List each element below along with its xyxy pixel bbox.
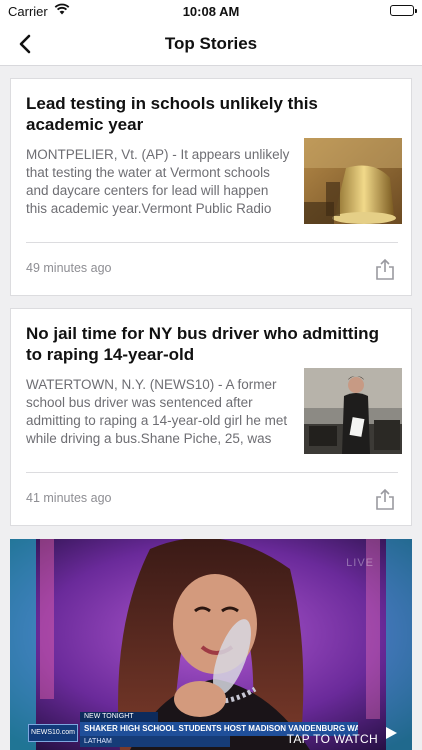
- story-thumbnail-bell[interactable]: [304, 138, 402, 224]
- story-summary: WATERTOWN, N.Y. (NEWS10) - A former scho…: [26, 377, 288, 451]
- corner-watermark: LIVE: [346, 557, 374, 569]
- story-thumbnail-courtroom[interactable]: [304, 368, 402, 454]
- tap-to-watch-label[interactable]: TAP TO WATCH: [287, 732, 378, 746]
- station-logo: NEWS10.com: [28, 724, 78, 742]
- card-divider: [26, 472, 398, 473]
- story-summary: MONTPELIER, Vt. (AP) - It appears unlike…: [26, 147, 290, 221]
- card-divider: [26, 242, 398, 243]
- overlay-tag: NEW TONIGHT: [80, 712, 158, 722]
- navigation-bar: Top Stories: [0, 22, 422, 66]
- play-icon[interactable]: [384, 726, 398, 745]
- story-timestamp: 49 minutes ago: [26, 261, 112, 275]
- story-headline[interactable]: Lead testing in schools unlikely this ac…: [26, 93, 398, 135]
- story-timestamp: 41 minutes ago: [26, 491, 112, 505]
- clock: 10:08 AM: [182, 4, 240, 19]
- status-bar: Carrier 10:08 AM: [0, 0, 422, 22]
- video-still-singer: [10, 539, 412, 750]
- story-card[interactable]: No jail time for NY bus driver who admit…: [10, 308, 412, 526]
- battery-icon: [390, 5, 417, 16]
- story-card[interactable]: Lead testing in schools unlikely this ac…: [10, 78, 412, 296]
- page-title: Top Stories: [164, 34, 258, 53]
- share-icon[interactable]: [373, 487, 397, 511]
- video-player-card[interactable]: LIVE NEWS10.com NEW TONIGHT SHAKER HIGH …: [10, 539, 412, 750]
- overlay-location: LATHAM: [80, 736, 230, 747]
- story-headline[interactable]: No jail time for NY bus driver who admit…: [26, 323, 398, 365]
- share-icon[interactable]: [373, 257, 397, 281]
